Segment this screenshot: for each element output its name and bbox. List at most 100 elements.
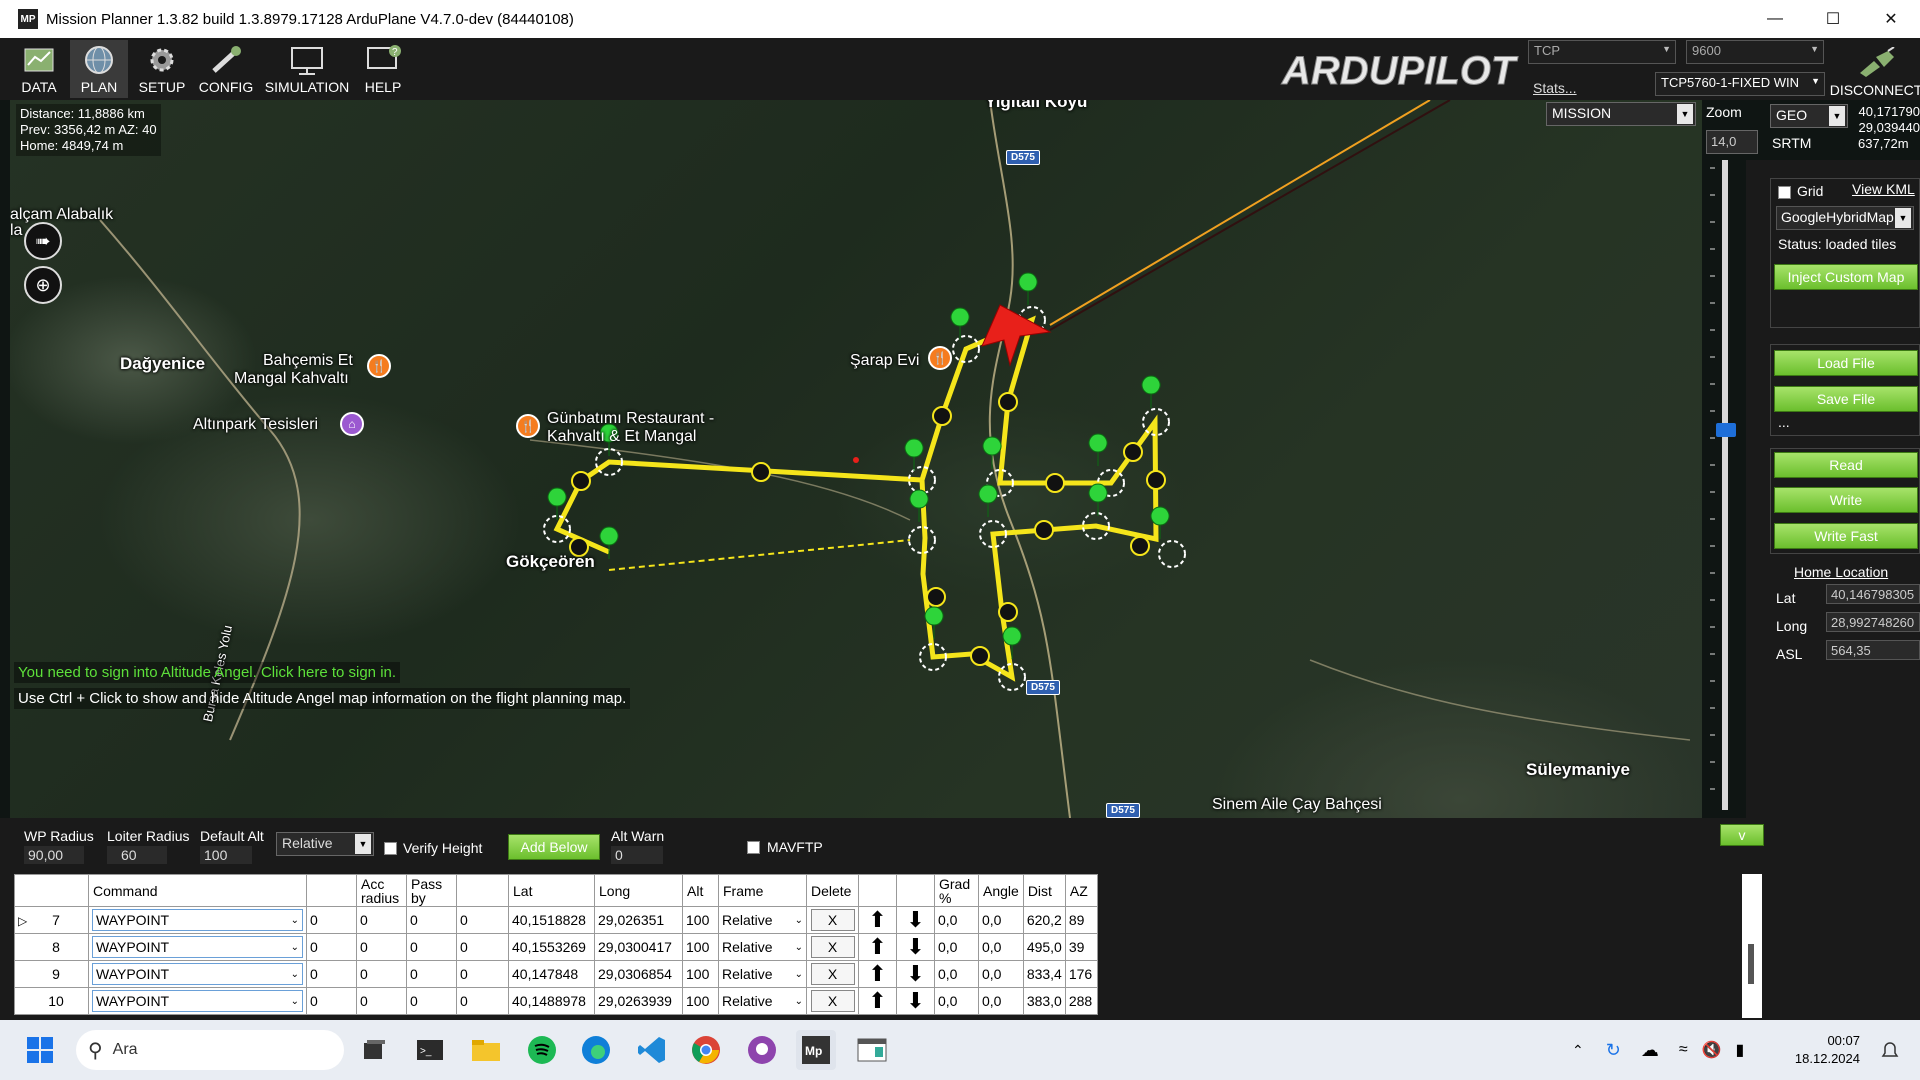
load-file-button[interactable]: Load File — [1774, 350, 1918, 376]
file-explorer-icon[interactable] — [466, 1030, 506, 1070]
toolbar-help-button[interactable]: ? HELP — [356, 40, 410, 98]
param4-cell[interactable]: 0 — [456, 933, 509, 961]
zoom-in-icon[interactable]: ⊕ — [24, 266, 62, 304]
command-cell[interactable]: WAYPOINT ⌄ — [88, 906, 307, 934]
arrow-down-icon[interactable]: ⬇ — [906, 988, 924, 1013]
alt-frame-select[interactable]: Relative ▼ — [276, 832, 374, 856]
arrow-up-icon[interactable]: ⬆ — [868, 961, 886, 986]
home-lat-input[interactable]: 40,146798305 — [1826, 584, 1920, 604]
pass-by-cell[interactable]: 0 — [406, 987, 457, 1015]
table-row[interactable]: ▷ 7 WAYPOINT ⌄ 0 0 0 0 40,1518828 29,026351 100 Rel… — [14, 906, 1098, 934]
volume-muted-icon[interactable]: 🔇 — [1702, 1040, 1722, 1060]
acc-radius-cell[interactable]: 0 — [356, 960, 407, 988]
lat-cell[interactable]: 40,1553269 — [508, 933, 595, 961]
param4-cell[interactable]: 0 — [456, 987, 509, 1015]
long-cell[interactable]: 29,0300417 — [594, 933, 683, 961]
toolbar-setup-button[interactable]: SETUP — [134, 40, 190, 98]
lat-cell[interactable]: 40,1488978 — [508, 987, 595, 1015]
long-cell[interactable]: 29,026351 — [594, 906, 683, 934]
more-options[interactable]: ... — [1778, 414, 1790, 430]
read-button[interactable]: Read — [1774, 452, 1918, 478]
acc-radius-cell[interactable]: 0 — [356, 906, 407, 934]
sync-icon[interactable]: ↻ — [1606, 1040, 1621, 1061]
arrow-down-icon[interactable]: ⬇ — [906, 961, 924, 986]
row-select-cell[interactable]: ▷ 7 — [14, 906, 89, 934]
spotify-icon[interactable] — [522, 1030, 562, 1070]
hotel-icon[interactable]: ⌂ — [340, 412, 364, 436]
zoom-slider[interactable] — [1722, 160, 1728, 810]
table-row[interactable]: 8 WAYPOINT ⌄ 0 0 0 0 40,1553269 29,0300417 100 Rel… — [14, 933, 1098, 961]
minimize-button[interactable]: — — [1746, 0, 1804, 38]
github-desktop-icon[interactable] — [742, 1030, 782, 1070]
delete-waypoint-button[interactable]: X — [810, 936, 855, 958]
param4-cell[interactable]: 0 — [456, 960, 509, 988]
acc-radius-cell[interactable]: 0 — [356, 987, 407, 1015]
param1-cell[interactable]: 0 — [306, 933, 357, 961]
add-below-button[interactable]: Add Below — [508, 834, 600, 860]
lat-cell[interactable]: 40,1518828 — [508, 906, 595, 934]
collapse-panel-button[interactable]: v — [1720, 824, 1764, 846]
maximize-button[interactable]: ☐ — [1804, 0, 1862, 38]
mission-planner-taskbar-icon[interactable]: Mp — [796, 1030, 836, 1070]
row-select-cell[interactable]: 10 — [14, 987, 89, 1015]
arrow-down-icon[interactable]: ⬇ — [906, 934, 924, 959]
notification-icon[interactable] — [1870, 1030, 1910, 1070]
device-select[interactable]: TCP5760-1-FIXED WIN ▼ — [1655, 72, 1825, 96]
command-cell[interactable]: WAYPOINT ⌄ — [88, 960, 307, 988]
wifi-icon[interactable]: ≈ — [1679, 1041, 1688, 1059]
frame-cell[interactable]: Relative ⌄ — [718, 906, 807, 934]
pass-by-cell[interactable]: 0 — [406, 960, 457, 988]
taskbar-search-input[interactable]: ⚲ Ara — [76, 1030, 344, 1070]
table-row[interactable]: 9 WAYPOINT ⌄ 0 0 0 0 40,147848 29,0306854 100 Rela… — [14, 960, 1098, 988]
close-button[interactable]: ✕ — [1862, 0, 1920, 38]
inject-custom-map-button[interactable]: Inject Custom Map — [1774, 264, 1918, 290]
write-fast-button[interactable]: Write Fast — [1774, 523, 1918, 549]
arrow-up-icon[interactable]: ⬆ — [868, 934, 886, 959]
map-type-select[interactable]: GoogleHybridMap ▼ — [1776, 206, 1914, 230]
mavftp-checkbox[interactable] — [747, 841, 760, 854]
stats-link[interactable]: Stats... — [1533, 80, 1577, 96]
coord-system-select[interactable]: GEO ▼ — [1770, 104, 1848, 128]
delete-waypoint-button[interactable]: X — [810, 990, 855, 1012]
chrome-icon[interactable] — [686, 1030, 726, 1070]
arrow-up-icon[interactable]: ⬆ — [868, 988, 886, 1013]
pass-by-cell[interactable]: 0 — [406, 906, 457, 934]
pass-by-cell[interactable]: 0 — [406, 933, 457, 961]
wp-radius-input[interactable]: 90,00 — [24, 846, 84, 864]
param1-cell[interactable]: 0 — [306, 906, 357, 934]
lat-cell[interactable]: 40,147848 — [508, 960, 595, 988]
view-kml-link[interactable]: View KML — [1852, 181, 1915, 197]
command-cell[interactable]: WAYPOINT ⌄ — [88, 933, 307, 961]
frame-cell[interactable]: Relative ⌄ — [718, 933, 807, 961]
map-view[interactable]: Distance: 11,8886 km Prev: 3356,42 m AZ:… — [10, 100, 1702, 818]
zoom-stepper[interactable]: 14,0 — [1706, 130, 1758, 154]
taskbar-clock[interactable]: 00:07 18.12.2024 — [1790, 1032, 1860, 1068]
row-select-cell[interactable]: 8 — [14, 933, 89, 961]
table-scrollbar[interactable] — [1742, 874, 1762, 1018]
zoom-slider-thumb[interactable] — [1716, 423, 1736, 437]
toolbar-simulation-button[interactable]: SIMULATION — [262, 40, 352, 98]
table-row[interactable]: 10 WAYPOINT ⌄ 0 0 0 0 40,1488978 29,0263939 100 Re… — [14, 987, 1098, 1015]
vscode-icon[interactable] — [632, 1030, 672, 1070]
cloud-icon[interactable]: ☁ — [1641, 1040, 1659, 1061]
restaurant-icon[interactable]: 🍴 — [367, 354, 391, 378]
frame-cell[interactable]: Relative ⌄ — [718, 987, 807, 1015]
delete-waypoint-button[interactable]: X — [810, 909, 855, 931]
param4-cell[interactable]: 0 — [456, 906, 509, 934]
default-alt-input[interactable]: 100 — [200, 846, 252, 864]
acc-radius-cell[interactable]: 0 — [356, 933, 407, 961]
home-long-input[interactable]: 28,992748260 — [1826, 612, 1920, 632]
long-cell[interactable]: 29,0263939 — [594, 987, 683, 1015]
altitude-angel-signin-link[interactable]: You need to sign into Altitude Angel. Cl… — [14, 662, 401, 683]
home-location-link[interactable]: Home Location — [1794, 564, 1888, 580]
toolbar-data-button[interactable]: DATA — [14, 40, 64, 98]
restaurant-icon[interactable]: 🍴 — [516, 414, 540, 438]
frame-cell[interactable]: Relative ⌄ — [718, 960, 807, 988]
delete-waypoint-button[interactable]: X — [810, 963, 855, 985]
mission-mode-select[interactable]: MISSION ▼ — [1546, 102, 1696, 126]
alt-cell[interactable]: 100 — [682, 906, 719, 934]
command-cell[interactable]: WAYPOINT ⌄ — [88, 987, 307, 1015]
chevron-up-icon[interactable]: ⌃ — [1572, 1042, 1584, 1059]
verify-height-checkbox[interactable] — [384, 842, 397, 855]
terminal-icon[interactable]: >_ — [410, 1030, 450, 1070]
